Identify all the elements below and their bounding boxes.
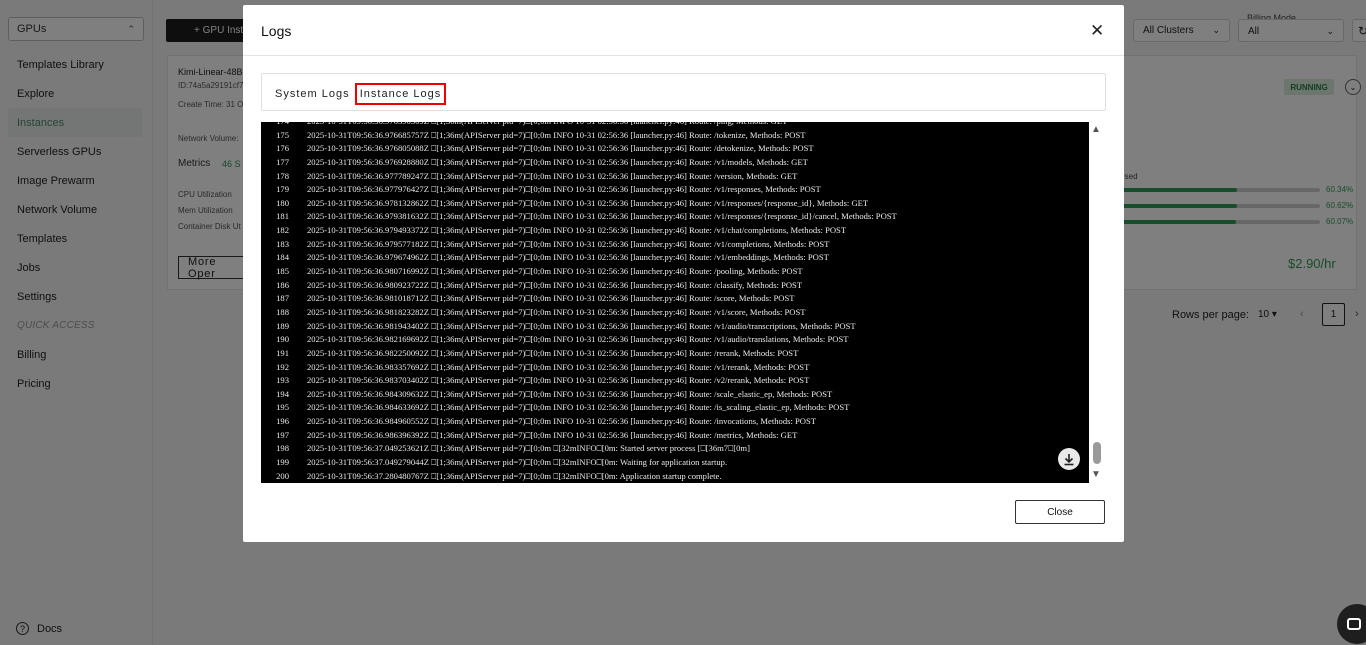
log-line-number: 181 xyxy=(276,211,289,222)
log-line: 185 2025-10-31T09:56:36.980716992Z ⎕[1;36… xyxy=(261,265,1089,279)
scroll-up-arrow[interactable]: ▲ xyxy=(1091,124,1101,135)
log-line-number: 199 xyxy=(276,457,289,468)
log-line-text: 2025-10-31T09:56:36.982169692Z ⎕[1;36m(A… xyxy=(307,334,849,345)
log-line-text: 2025-10-31T09:56:36.981823282Z ⎕[1;36m(A… xyxy=(307,306,806,317)
log-line: 182 2025-10-31T09:56:36.979493372Z ⎕[1;36… xyxy=(261,224,1089,238)
log-line-number: 196 xyxy=(276,416,289,427)
log-line: 1742025-10-31T09:56:36.976590309Z ⎕[1;36… xyxy=(261,122,1089,129)
log-line-number: 186 xyxy=(276,279,289,290)
log-line: 187 2025-10-31T09:56:36.981018712Z ⎕[1;36… xyxy=(261,292,1089,306)
log-line-number: 194 xyxy=(276,388,289,399)
chat-icon xyxy=(1347,618,1361,630)
log-line-text: 2025-10-31T09:56:36.979381632Z ⎕[1;36m(A… xyxy=(307,211,897,222)
close-icon[interactable]: ✕ xyxy=(1090,22,1104,39)
log-line: 175 2025-10-31T09:56:36.976685757Z ⎕[1;36… xyxy=(261,129,1089,143)
log-line-text: 2025-10-31T09:56:36.978132862Z ⎕[1;36m(A… xyxy=(307,197,869,208)
log-line-text: 2025-10-31T09:56:36.981018712Z ⎕[1;36m(A… xyxy=(307,293,795,304)
log-line-text: 2025-10-31T09:56:36.977789247Z ⎕[1;36m(A… xyxy=(307,170,798,181)
log-line: 180 2025-10-31T09:56:36.978132862Z ⎕[1;36… xyxy=(261,197,1089,211)
log-line-number: 190 xyxy=(276,334,289,345)
log-line-number: 175 xyxy=(276,129,289,140)
log-line: 200 2025-10-31T09:56:37.280480767Z ⎕[1;36… xyxy=(261,470,1089,483)
log-line-number: 187 xyxy=(276,293,289,304)
log-line: 194 2025-10-31T09:56:36.984309632Z ⎕[1;36… xyxy=(261,388,1089,402)
log-console[interactable]: 1742025-10-31T09:56:36.976590309Z ⎕[1;36… xyxy=(261,122,1089,483)
log-line-text: 2025-10-31T09:56:36.980923722Z ⎕[1;36m(A… xyxy=(307,279,803,290)
log-line-number: 188 xyxy=(276,306,289,317)
log-line-text: 2025-10-31T09:56:36.983357692Z ⎕[1;36m(A… xyxy=(307,361,810,372)
log-line: 192 2025-10-31T09:56:36.983357692Z ⎕[1;36… xyxy=(261,361,1089,375)
log-line-number: 192 xyxy=(276,361,289,372)
log-line-number: 180 xyxy=(276,197,289,208)
log-line: 197 2025-10-31T09:56:36.986396392Z ⎕[1;36… xyxy=(261,429,1089,443)
log-line-number: 174 xyxy=(261,122,299,129)
modal-title: Logs xyxy=(261,23,292,39)
log-line: 181 2025-10-31T09:56:36.979381632Z ⎕[1;36… xyxy=(261,210,1089,224)
log-line-text: 2025-10-31T09:56:36.983703402Z ⎕[1;36m(A… xyxy=(307,375,810,386)
log-line-text: 2025-10-31T09:56:37.049279044Z ⎕[1;36m(A… xyxy=(307,457,728,468)
log-line-number: 197 xyxy=(276,429,289,440)
log-line-number: 200 xyxy=(276,470,289,481)
log-line-number: 176 xyxy=(276,143,289,154)
log-line: 177 2025-10-31T09:56:36.976928880Z ⎕[1;36… xyxy=(261,156,1089,170)
log-line: 190 2025-10-31T09:56:36.982169692Z ⎕[1;36… xyxy=(261,333,1089,347)
log-line-number: 195 xyxy=(276,402,289,413)
scroll-down-arrow[interactable]: ▼ xyxy=(1091,469,1101,480)
log-line-number: 198 xyxy=(276,443,289,454)
log-line-number: 177 xyxy=(276,156,289,167)
log-line-text: 2025-10-31T09:56:36.984960552Z ⎕[1;36m(A… xyxy=(307,416,817,427)
log-line-number: 191 xyxy=(276,347,289,358)
log-line: 184 2025-10-31T09:56:36.979674962Z ⎕[1;36… xyxy=(261,251,1089,265)
tab-system-logs[interactable]: System Logs xyxy=(275,83,350,105)
log-line: 176 2025-10-31T09:56:36.976805088Z ⎕[1;36… xyxy=(261,142,1089,156)
log-line-text: 2025-10-31T09:56:36.980716992Z ⎕[1;36m(A… xyxy=(307,266,803,277)
divider xyxy=(243,55,1124,56)
log-line-text: 2025-10-31T09:56:36.976928880Z ⎕[1;36m(A… xyxy=(307,156,808,167)
log-line: 195 2025-10-31T09:56:36.984633692Z ⎕[1;36… xyxy=(261,401,1089,415)
log-line-number: 182 xyxy=(276,225,289,236)
log-line-number: 193 xyxy=(276,375,289,386)
log-line: 199 2025-10-31T09:56:37.049279044Z ⎕[1;36… xyxy=(261,456,1089,470)
log-line: 198 2025-10-31T09:56:37.049253621Z ⎕[1;36… xyxy=(261,442,1089,456)
log-line-text: 2025-10-31T09:56:36.976805088Z ⎕[1;36m(A… xyxy=(307,143,814,154)
log-line: 179 2025-10-31T09:56:36.977976427Z ⎕[1;36… xyxy=(261,183,1089,197)
log-line: 189 2025-10-31T09:56:36.981943402Z ⎕[1;36… xyxy=(261,320,1089,334)
log-line-text: 2025-10-31T09:56:36.979493372Z ⎕[1;36m(A… xyxy=(307,225,847,236)
log-line-number: 185 xyxy=(276,266,289,277)
logs-modal: Logs ✕ System Logs Instance Logs 1742025… xyxy=(243,5,1124,542)
log-tabs: System Logs Instance Logs xyxy=(261,73,1106,111)
log-line-text: 2025-10-31T09:56:36.979674962Z ⎕[1;36m(A… xyxy=(307,252,829,263)
log-line-text: 2025-10-31T09:56:36.982250092Z ⎕[1;36m(A… xyxy=(307,347,799,358)
log-line: 193 2025-10-31T09:56:36.983703402Z ⎕[1;36… xyxy=(261,374,1089,388)
log-line: 183 2025-10-31T09:56:36.979577182Z ⎕[1;36… xyxy=(261,238,1089,252)
log-line-number: 184 xyxy=(276,252,289,263)
log-line: 188 2025-10-31T09:56:36.981823282Z ⎕[1;36… xyxy=(261,306,1089,320)
close-button[interactable]: Close xyxy=(1015,500,1105,524)
log-line-text: 2025-10-31T09:56:36.981943402Z ⎕[1;36m(A… xyxy=(307,320,856,331)
log-line-text: 2025-10-31T09:56:36.984309632Z ⎕[1;36m(A… xyxy=(307,388,833,399)
download-button[interactable] xyxy=(1058,448,1080,470)
log-line-number: 189 xyxy=(276,320,289,331)
download-icon xyxy=(1064,453,1074,465)
log-line-text: 2025-10-31T09:56:36.979577182Z ⎕[1;36m(A… xyxy=(307,238,830,249)
log-line-text: 2025-10-31T09:56:36.976685757Z ⎕[1;36m(A… xyxy=(307,129,806,140)
log-line: 186 2025-10-31T09:56:36.980923722Z ⎕[1;36… xyxy=(261,279,1089,293)
log-line-text: 2025-10-31T09:56:36.977976427Z ⎕[1;36m(A… xyxy=(307,184,821,195)
log-line-number: 183 xyxy=(276,238,289,249)
log-line-text: 2025-10-31T09:56:36.976590309Z ⎕[1;36m(A… xyxy=(299,122,787,129)
tab-instance-logs[interactable]: Instance Logs xyxy=(355,83,446,105)
log-line-text: 2025-10-31T09:56:37.049253621Z ⎕[1;36m(A… xyxy=(307,443,750,454)
log-line-number: 179 xyxy=(276,184,289,195)
log-line: 191 2025-10-31T09:56:36.982250092Z ⎕[1;36… xyxy=(261,347,1089,361)
log-line-text: 2025-10-31T09:56:36.984633692Z ⎕[1;36m(A… xyxy=(307,402,850,413)
log-line-number: 178 xyxy=(276,170,289,181)
log-line: 178 2025-10-31T09:56:36.977789247Z ⎕[1;36… xyxy=(261,170,1089,184)
log-line-text: 2025-10-31T09:56:36.986396392Z ⎕[1;36m(A… xyxy=(307,429,798,440)
log-line: 196 2025-10-31T09:56:36.984960552Z ⎕[1;36… xyxy=(261,415,1089,429)
log-lines: 1742025-10-31T09:56:36.976590309Z ⎕[1;36… xyxy=(261,122,1089,483)
scrollbar-thumb[interactable] xyxy=(1093,442,1101,464)
log-line-text: 2025-10-31T09:56:37.280480767Z ⎕[1;36m(A… xyxy=(307,470,722,481)
